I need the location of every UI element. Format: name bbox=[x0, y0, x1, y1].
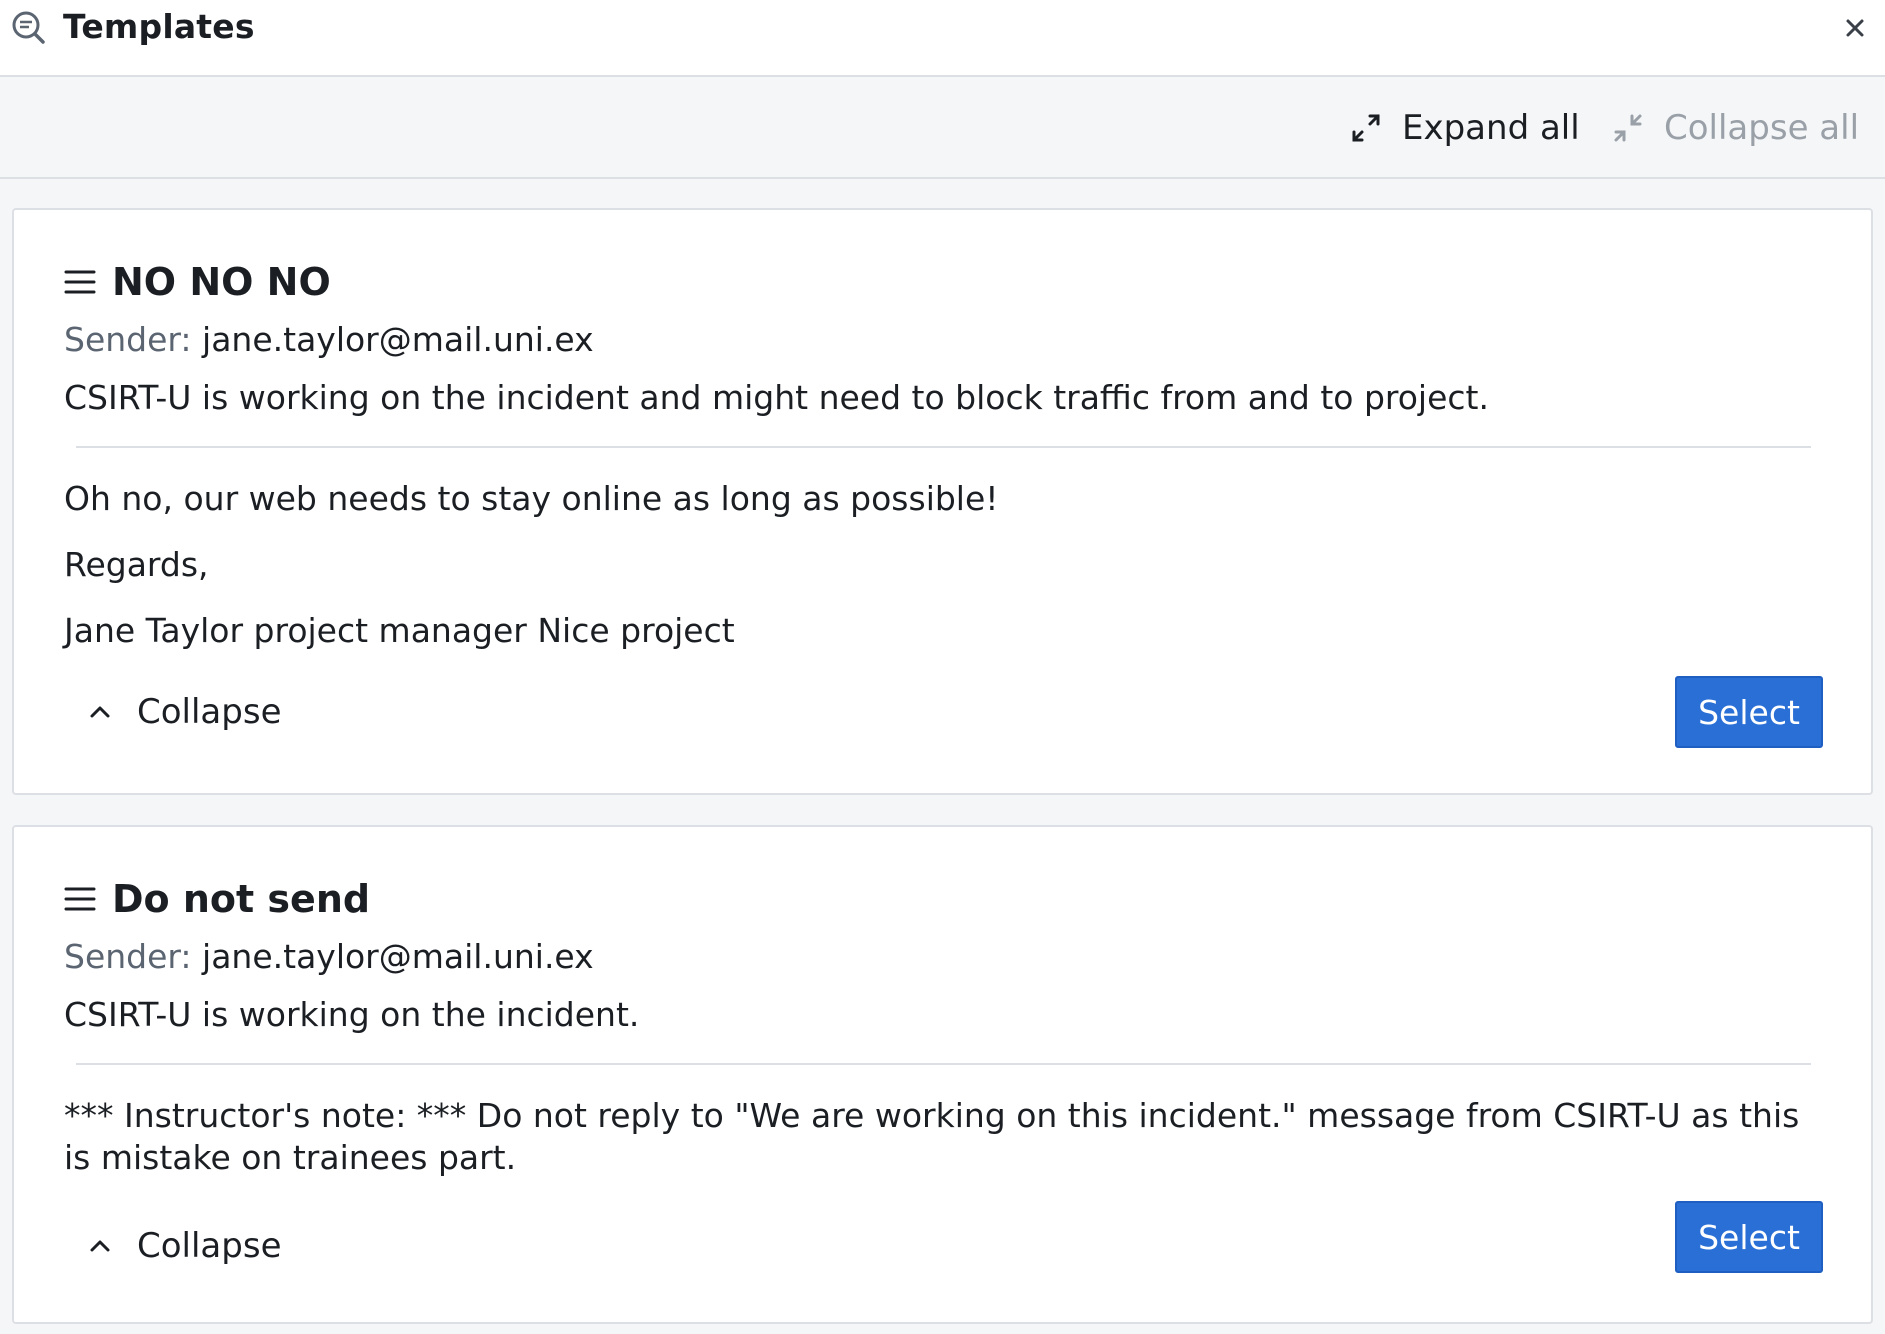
divider bbox=[76, 1063, 1811, 1065]
chevron-up-icon bbox=[90, 706, 110, 718]
window-title: Templates bbox=[63, 7, 255, 46]
sender-label: Sender: bbox=[64, 320, 192, 359]
expand-icon bbox=[1352, 114, 1380, 142]
title-bar: Templates bbox=[0, 0, 1885, 77]
collapse-icon bbox=[1614, 114, 1642, 142]
sender-line: Sender: jane.taylor@mail.uni.ex bbox=[64, 935, 594, 979]
template-title: Do not send bbox=[64, 875, 370, 923]
template-summary: CSIRT-U is working on the incident and m… bbox=[64, 378, 1489, 417]
search-bubble-icon bbox=[11, 10, 45, 44]
template-summary: CSIRT-U is working on the incident. bbox=[64, 995, 640, 1034]
collapse-label: Collapse bbox=[137, 1226, 282, 1266]
sender-label: Sender: bbox=[64, 937, 192, 976]
collapse-button[interactable]: Collapse bbox=[89, 688, 281, 736]
template-body-line: Jane Taylor project manager Nice project bbox=[64, 611, 735, 650]
collapse-all-label: Collapse all bbox=[1664, 108, 1860, 148]
sender-line: Sender: jane.taylor@mail.uni.ex bbox=[64, 318, 594, 362]
close-icon bbox=[1846, 19, 1864, 37]
template-title-text: NO NO NO bbox=[112, 260, 331, 304]
divider bbox=[76, 446, 1811, 448]
collapse-label: Collapse bbox=[137, 692, 282, 732]
template-card: NO NO NO Sender: jane.taylor@mail.uni.ex… bbox=[12, 208, 1873, 795]
template-title: NO NO NO bbox=[64, 258, 331, 306]
sender-value: jane.taylor@mail.uni.ex bbox=[202, 320, 594, 359]
template-title-text: Do not send bbox=[112, 877, 371, 921]
expand-all-label: Expand all bbox=[1402, 108, 1580, 148]
toolbar: Expand all Collapse all bbox=[0, 77, 1885, 179]
menu-icon bbox=[64, 887, 96, 911]
collapse-button[interactable]: Collapse bbox=[89, 1222, 281, 1270]
select-button[interactable]: Select bbox=[1675, 1201, 1823, 1273]
close-button[interactable] bbox=[1839, 12, 1871, 44]
template-body-line: *** Instructor's note: *** Do not reply … bbox=[64, 1096, 1800, 1177]
select-button[interactable]: Select bbox=[1675, 676, 1823, 748]
expand-all-button[interactable]: Expand all bbox=[1348, 104, 1580, 152]
sender-value: jane.taylor@mail.uni.ex bbox=[202, 937, 594, 976]
template-card: Do not send Sender: jane.taylor@mail.uni… bbox=[12, 825, 1873, 1324]
chevron-up-icon bbox=[90, 1240, 110, 1252]
template-body-line: Regards, bbox=[64, 545, 209, 584]
template-body-line: Oh no, our web needs to stay online as l… bbox=[64, 479, 999, 518]
collapse-all-button[interactable]: Collapse all bbox=[1610, 104, 1859, 152]
menu-icon bbox=[64, 270, 96, 294]
